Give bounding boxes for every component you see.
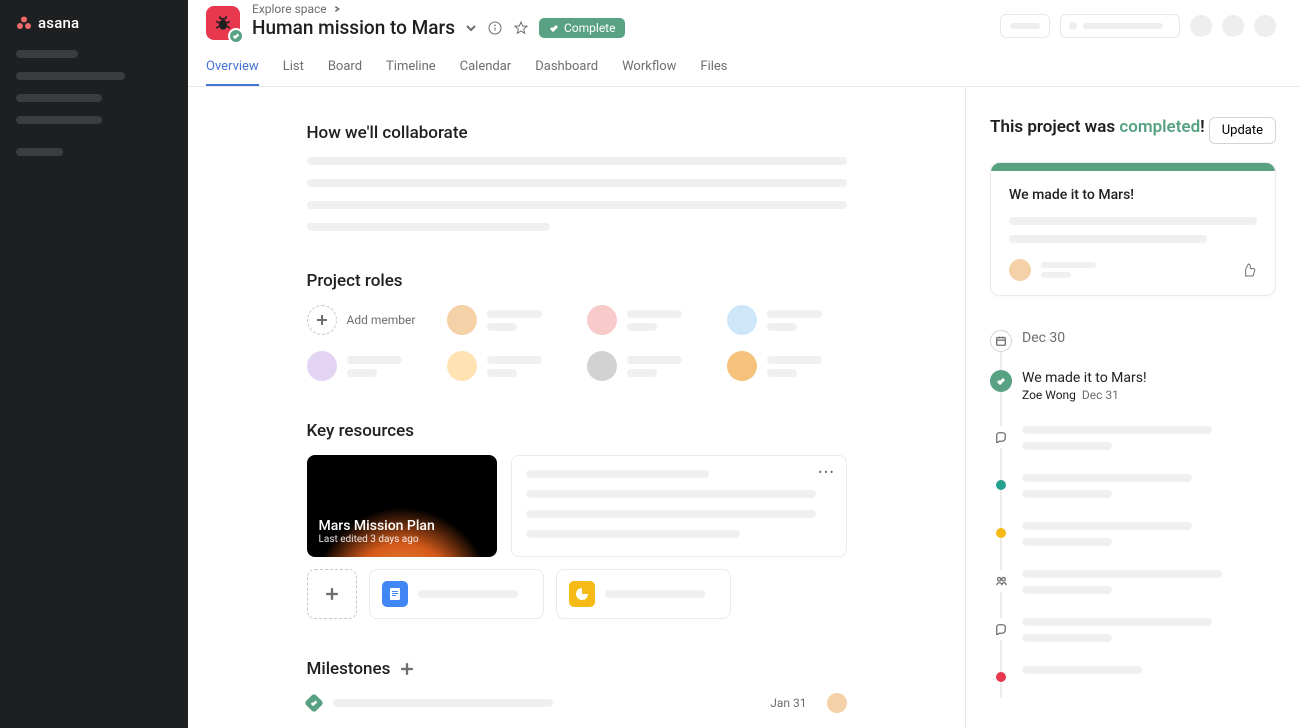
comment-icon: [990, 618, 1012, 640]
brand-text: asana: [38, 14, 79, 32]
sidebar: asana: [0, 0, 188, 728]
asana-logo[interactable]: asana: [16, 14, 172, 32]
tab-timeline[interactable]: Timeline: [386, 51, 436, 86]
brief-subtitle: Last edited 3 days ago: [319, 534, 485, 545]
resources-title: Key resources: [307, 421, 847, 441]
people-icon: [990, 570, 1012, 592]
add-member-label: Add member: [347, 313, 416, 327]
header-avatar-1[interactable]: [1190, 15, 1212, 37]
status-dot-teal: [996, 480, 1006, 490]
timeline-date: Dec 30: [1022, 330, 1276, 346]
overview-content: How we'll collaborate Project roles Add …: [188, 87, 965, 728]
header-action-2[interactable]: [1060, 14, 1180, 38]
activity-timeline: Dec 30 We made it to Mars! Zoe Wong Dec …: [990, 330, 1276, 698]
project-tabs: Overview List Board Timeline Calendar Da…: [206, 51, 1276, 86]
check-icon: [990, 370, 1012, 392]
attachment-slide[interactable]: [556, 569, 731, 619]
google-doc-icon: [382, 581, 408, 607]
project-role[interactable]: [727, 351, 847, 381]
tab-overview[interactable]: Overview: [206, 51, 259, 86]
brief-preview[interactable]: •••: [511, 455, 847, 557]
project-icon[interactable]: [206, 6, 240, 40]
status-card-title: We made it to Mars!: [1009, 187, 1257, 203]
tab-board[interactable]: Board: [328, 51, 362, 86]
calendar-icon: [990, 330, 1012, 352]
timeline-item-title[interactable]: We made it to Mars!: [1022, 370, 1276, 386]
breadcrumb-parent[interactable]: Explore space: [252, 2, 327, 16]
more-icon[interactable]: •••: [818, 466, 835, 479]
add-attachment-button[interactable]: [307, 569, 357, 619]
add-member-button[interactable]: Add member: [307, 305, 427, 335]
check-icon: [549, 23, 559, 33]
status-dot-red: [996, 672, 1006, 682]
project-title[interactable]: Human mission to Mars: [252, 16, 455, 39]
status-rail: This project was completed! Update We ma…: [965, 87, 1300, 728]
google-slide-icon: [569, 581, 595, 607]
info-icon[interactable]: [487, 20, 503, 36]
status-card[interactable]: We made it to Mars!: [990, 162, 1276, 296]
project-role[interactable]: [447, 351, 567, 381]
thumbs-up-icon[interactable]: [1241, 262, 1257, 278]
plus-icon: [307, 305, 337, 335]
milestone-row[interactable]: Jan 31: [307, 693, 847, 713]
roles-title: Project roles: [307, 271, 847, 291]
chevron-down-icon[interactable]: [465, 22, 477, 34]
author-avatar[interactable]: [1009, 259, 1031, 281]
tab-calendar[interactable]: Calendar: [460, 51, 512, 86]
project-brief-card[interactable]: Mars Mission Plan Last edited 3 days ago: [307, 455, 497, 557]
project-header: Explore space Human mission to Mars Comp…: [188, 0, 1300, 87]
status-pill[interactable]: Complete: [539, 18, 626, 38]
star-icon[interactable]: [513, 20, 529, 36]
comment-icon: [990, 426, 1012, 448]
header-avatar-3[interactable]: [1254, 15, 1276, 37]
header-action-1[interactable]: [1000, 14, 1050, 38]
project-role[interactable]: [307, 351, 427, 381]
project-role[interactable]: [727, 305, 847, 335]
project-role[interactable]: [447, 305, 567, 335]
brief-title: Mars Mission Plan: [319, 518, 485, 534]
project-role[interactable]: [587, 351, 707, 381]
tab-dashboard[interactable]: Dashboard: [535, 51, 598, 86]
update-button[interactable]: Update: [1209, 117, 1276, 144]
add-milestone-button[interactable]: [400, 662, 414, 676]
chevron-right-icon: [333, 5, 341, 13]
tab-workflow[interactable]: Workflow: [622, 51, 676, 86]
tab-list[interactable]: List: [283, 51, 304, 86]
assignee-avatar[interactable]: [827, 693, 847, 713]
status-dot-yellow: [996, 528, 1006, 538]
rail-title: This project was completed!: [990, 117, 1205, 137]
milestones-title: Milestones: [307, 659, 391, 679]
tab-files[interactable]: Files: [700, 51, 727, 86]
milestone-date: Jan 31: [770, 696, 806, 710]
project-check-icon: [228, 28, 244, 44]
project-role[interactable]: [587, 305, 707, 335]
collaborate-title: How we'll collaborate: [307, 123, 847, 143]
breadcrumb[interactable]: Explore space: [252, 2, 625, 16]
header-avatar-2[interactable]: [1222, 15, 1244, 37]
attachment-doc[interactable]: [369, 569, 544, 619]
milestone-check-icon: [304, 693, 324, 713]
